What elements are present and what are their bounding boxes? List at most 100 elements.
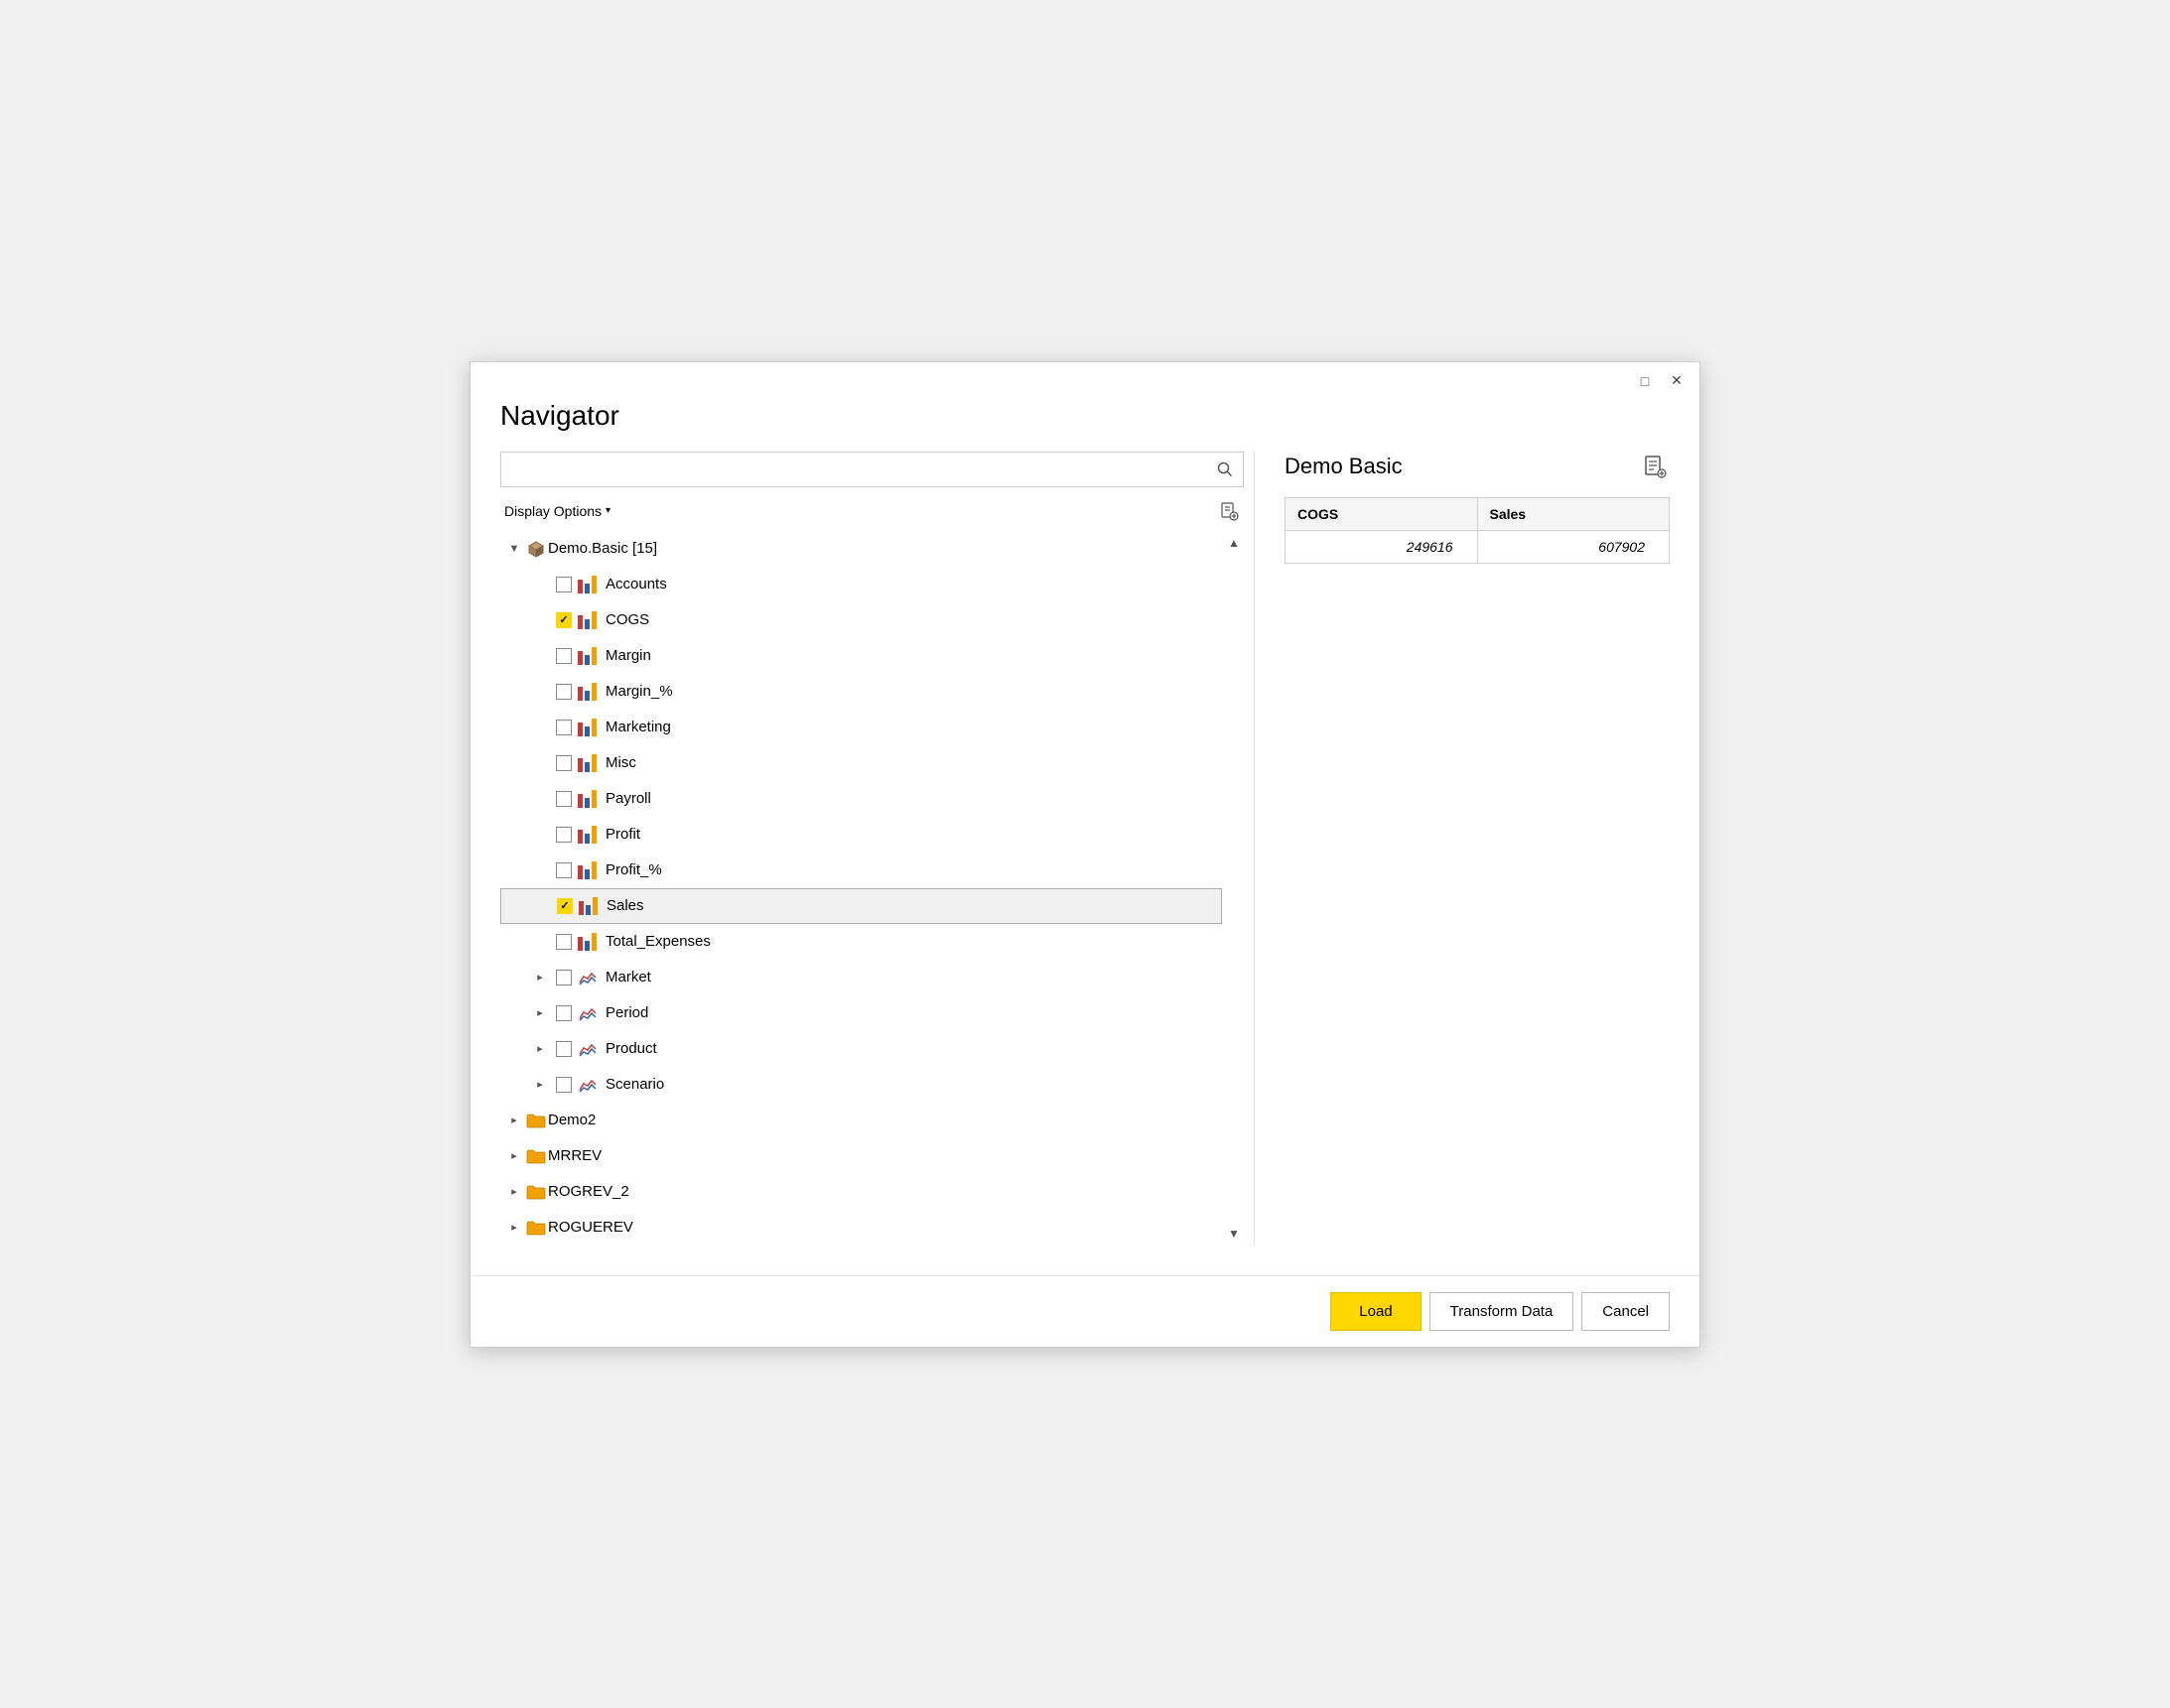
tree-item-sales[interactable]: ▼ Sales: [500, 888, 1222, 924]
checkbox-product[interactable]: [556, 1041, 572, 1057]
demo-basic-label: Demo.Basic [15]: [548, 540, 657, 557]
preview-cell-sales: 607902: [1477, 530, 1670, 563]
bar-chart-icon-misc: [578, 754, 600, 772]
tree-item-product[interactable]: ▸ Product: [500, 1031, 1222, 1067]
scatter-icon-market: [578, 969, 600, 986]
tree-item-payroll[interactable]: ▼ Payroll: [500, 781, 1222, 817]
maximize-button[interactable]: □: [1634, 370, 1656, 392]
accounts-label: Accounts: [606, 576, 667, 592]
total-expenses-label: Total_Expenses: [606, 933, 711, 950]
tree-item-accounts[interactable]: ▼ Accounts: [500, 567, 1222, 602]
folder-svg-roguerev: [526, 1220, 546, 1236]
scroll-arrows: ▲ ▼: [1224, 531, 1244, 1246]
tree-item-cogs[interactable]: ▼ COGS: [500, 602, 1222, 638]
checkbox-sales[interactable]: [557, 898, 573, 914]
tree-root-demo-basic[interactable]: ▼ Demo.Basic [15]: [500, 531, 1222, 567]
sales-label: Sales: [607, 897, 644, 914]
preview-table: COGS Sales 249616 607902: [1285, 497, 1670, 564]
checkbox-total-expenses[interactable]: [556, 934, 572, 950]
cancel-button[interactable]: Cancel: [1581, 1292, 1670, 1331]
margin-label: Margin: [606, 647, 651, 664]
tree-item-scenario[interactable]: ▸ Scenario: [500, 1067, 1222, 1103]
tree-item-period[interactable]: ▸ Period: [500, 995, 1222, 1031]
search-button[interactable]: [1207, 452, 1243, 487]
checkbox-market[interactable]: [556, 970, 572, 985]
tree-item-margin-pct[interactable]: ▼ Margin_%: [500, 674, 1222, 710]
preview-col-cogs: COGS: [1286, 497, 1478, 530]
expand-market[interactable]: ▸: [530, 968, 550, 987]
preview-doc-icon: [1643, 455, 1667, 478]
folder-icon-demo2: [524, 1109, 548, 1132]
toolbar-row: Display Options ▾: [500, 495, 1244, 527]
scenario-label: Scenario: [606, 1076, 664, 1093]
bar-chart-icon-accounts: [578, 576, 600, 593]
bar-chart-icon-sales: [579, 897, 601, 915]
window-title: Navigator: [471, 400, 1699, 452]
expand-product[interactable]: ▸: [530, 1039, 550, 1059]
expand-scenario[interactable]: ▸: [530, 1075, 550, 1095]
tree-item-margin[interactable]: ▼ Margin: [500, 638, 1222, 674]
expand-mrrev[interactable]: ▸: [504, 1146, 524, 1166]
preview-title: Demo Basic: [1285, 454, 1403, 479]
checkbox-accounts[interactable]: [556, 577, 572, 592]
tree-item-marketing[interactable]: ▼ Marketing: [500, 710, 1222, 745]
expand-demo2[interactable]: ▸: [504, 1111, 524, 1130]
scatter-icon-scenario: [578, 1076, 600, 1094]
mrrev-label: MRREV: [548, 1147, 602, 1164]
market-label: Market: [606, 969, 651, 985]
checkbox-margin-pct[interactable]: [556, 684, 572, 700]
display-options-button[interactable]: Display Options ▾: [500, 501, 614, 521]
checkbox-marketing[interactable]: [556, 720, 572, 735]
folder-icon-mrrev: [524, 1144, 548, 1168]
profit-pct-label: Profit_%: [606, 861, 662, 878]
tree-root-rogrev2[interactable]: ▸ ROGREV_2: [500, 1174, 1222, 1210]
folder-svg-rogrev2: [526, 1184, 546, 1200]
demo2-label: Demo2: [548, 1112, 596, 1128]
tree-root-mrrev[interactable]: ▸ MRREV: [500, 1138, 1222, 1174]
tree-list[interactable]: ▼ Demo.Basic [15] ▼: [500, 531, 1224, 1246]
bar-chart-icon-cogs: [578, 611, 600, 629]
expand-period[interactable]: ▸: [530, 1003, 550, 1023]
load-to-new-icon-button[interactable]: [1214, 496, 1244, 526]
load-button[interactable]: Load: [1330, 1292, 1421, 1331]
checkbox-payroll[interactable]: [556, 791, 572, 807]
checkbox-cogs[interactable]: [556, 612, 572, 628]
checkbox-scenario[interactable]: [556, 1077, 572, 1093]
search-input[interactable]: [501, 453, 1207, 486]
expand-rogrev2[interactable]: ▸: [504, 1182, 524, 1202]
expand-demo-basic[interactable]: ▼: [504, 539, 524, 559]
checkbox-profit-pct[interactable]: [556, 862, 572, 878]
tree-root-demo2[interactable]: ▸ Demo2: [500, 1103, 1222, 1138]
bar-chart-icon-marketing: [578, 719, 600, 736]
scatter-icon-period: [578, 1004, 600, 1022]
cube-icon-demo-basic: [524, 537, 548, 561]
checkbox-misc[interactable]: [556, 755, 572, 771]
tree-item-profit[interactable]: ▼ Profit: [500, 817, 1222, 853]
search-bar: [500, 452, 1244, 487]
scroll-up-button[interactable]: ▲: [1224, 533, 1244, 553]
checkbox-margin[interactable]: [556, 648, 572, 664]
left-panel: Display Options ▾: [500, 452, 1255, 1246]
title-bar: □ ✕: [471, 362, 1699, 400]
cube-icon: [526, 539, 546, 559]
navigator-window: □ ✕ Navigator Display Options: [470, 361, 1700, 1348]
tree-item-profit-pct[interactable]: ▼ Profit_%: [500, 853, 1222, 888]
folder-svg-mrrev: [526, 1148, 546, 1164]
preview-icon-button[interactable]: [1640, 452, 1670, 481]
tree-root-roguerev[interactable]: ▸ ROGUEREV: [500, 1210, 1222, 1246]
preview-row-0: 249616 607902: [1286, 530, 1670, 563]
margin-pct-label: Margin_%: [606, 683, 673, 700]
bar-chart-icon-payroll: [578, 790, 600, 808]
tree-item-market[interactable]: ▸ Market: [500, 960, 1222, 995]
scroll-down-button[interactable]: ▼: [1224, 1224, 1244, 1244]
bar-chart-icon-margin-pct: [578, 683, 600, 701]
tree-item-misc[interactable]: ▼ Misc: [500, 745, 1222, 781]
checkbox-period[interactable]: [556, 1005, 572, 1021]
content-area: Display Options ▾: [471, 452, 1699, 1275]
expand-roguerev[interactable]: ▸: [504, 1218, 524, 1238]
close-button[interactable]: ✕: [1666, 370, 1688, 392]
transform-data-button[interactable]: Transform Data: [1429, 1292, 1574, 1331]
marketing-label: Marketing: [606, 719, 671, 735]
tree-item-total-expenses[interactable]: ▼ Total_Expenses: [500, 924, 1222, 960]
checkbox-profit[interactable]: [556, 827, 572, 843]
